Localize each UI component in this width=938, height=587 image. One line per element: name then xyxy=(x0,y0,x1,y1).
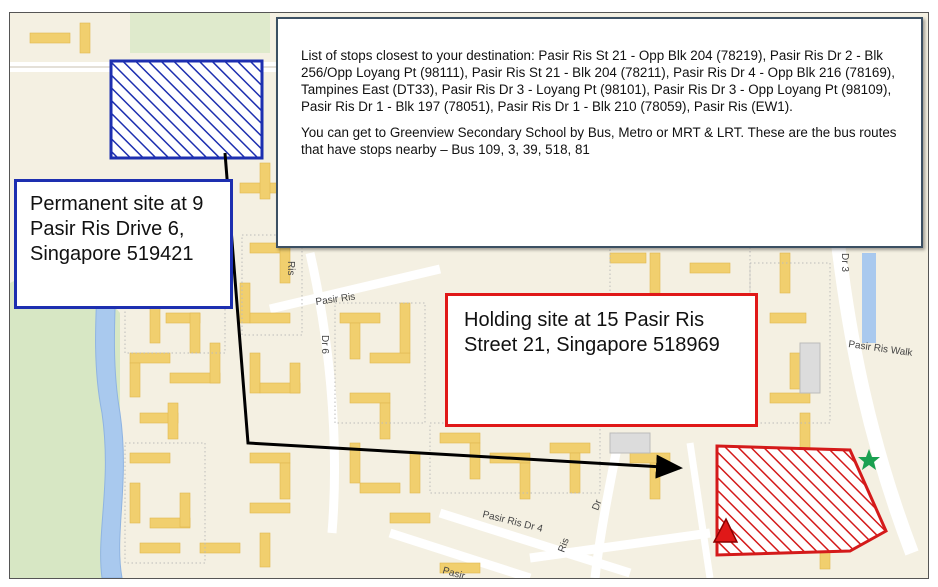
facility-block xyxy=(799,342,821,394)
street-label: Dr 3 xyxy=(839,253,850,272)
permanent-site-callout: Permanent site at 9 Pasir Ris Drive 6, S… xyxy=(14,179,233,309)
park-area xyxy=(130,13,270,53)
info-callout: List of stops closest to your destinatio… xyxy=(276,17,923,248)
facility-block xyxy=(609,432,651,454)
street-label: Dr 6 xyxy=(319,335,330,354)
map-frame: Pasir Ris Ris Dr 6 Dr 3 Pasir Ris Walk P… xyxy=(9,12,929,579)
holding-site-callout: Holding site at 15 Pasir Ris Street 21, … xyxy=(445,293,758,427)
routes-text: You can get to Greenview Secondary Schoo… xyxy=(301,125,897,157)
street-label: Ris xyxy=(285,261,296,275)
permanent-site-label: Permanent site at 9 Pasir Ris Drive 6, S… xyxy=(30,193,204,265)
stops-text: List of stops closest to your destinatio… xyxy=(301,48,895,114)
holding-site-label: Holding site at 15 Pasir Ris Street 21, … xyxy=(464,309,720,356)
permanent-site-area[interactable] xyxy=(109,59,264,160)
canal xyxy=(862,253,876,343)
